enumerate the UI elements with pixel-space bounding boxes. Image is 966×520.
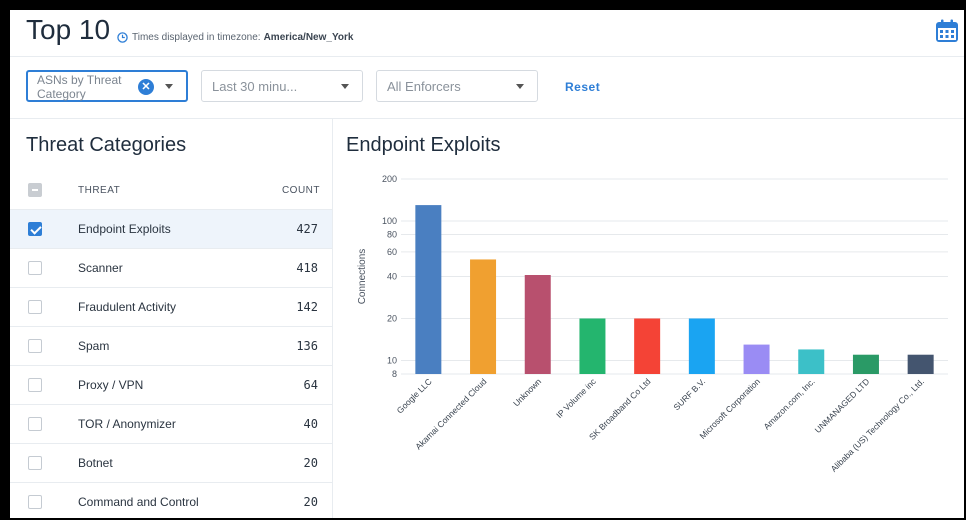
threat-name: Proxy / VPN <box>78 378 144 392</box>
threat-name: Botnet <box>78 456 113 470</box>
select-all-checkbox[interactable] <box>28 183 42 197</box>
row-checkbox[interactable] <box>28 417 42 431</box>
timezone-value: America/New_York <box>263 32 354 43</box>
bar <box>415 205 442 374</box>
x-tick-label: Microsoft Corporation <box>697 376 762 441</box>
table-row[interactable]: Spam 136 <box>10 326 332 365</box>
bar <box>524 275 551 374</box>
table-row[interactable]: Scanner 418 <box>10 248 332 287</box>
table-row[interactable]: Endpoint Exploits 427 <box>10 209 332 248</box>
table-header: THREAT COUNT <box>10 179 332 201</box>
threat-name: Spam <box>78 339 110 353</box>
x-tick-label: SURF B.V. <box>671 376 707 412</box>
time-range-value: Last 30 minu... <box>212 79 298 94</box>
threat-name: Endpoint Exploits <box>78 222 171 236</box>
panel-title: Threat Categories <box>26 134 187 156</box>
y-tick-label: 100 <box>382 216 397 226</box>
bar <box>852 354 879 374</box>
bar <box>798 349 825 374</box>
row-checkbox[interactable] <box>28 261 42 275</box>
x-tick-label: UNMANAGED LTD <box>813 376 872 435</box>
threat-count: 142 <box>296 300 318 314</box>
table-row[interactable]: Proxy / VPN 64 <box>10 365 332 404</box>
y-tick-label: 200 <box>382 174 397 184</box>
bar <box>634 318 661 374</box>
row-checkbox[interactable] <box>28 222 42 236</box>
threat-count: 427 <box>296 222 318 236</box>
bar <box>907 354 934 374</box>
threat-count: 418 <box>296 261 318 275</box>
row-checkbox[interactable] <box>28 339 42 353</box>
enforcers-select[interactable]: All Enforcers <box>376 70 538 102</box>
time-range-select[interactable]: Last 30 minu... <box>201 70 363 102</box>
threat-categories-panel: Threat Categories THREAT COUNT Endpoint … <box>10 118 333 518</box>
calendar-icon[interactable] <box>934 18 960 44</box>
category-select[interactable]: ASNs by Threat Category ✕ <box>26 70 188 102</box>
y-tick-label: 20 <box>387 313 397 323</box>
threat-count: 40 <box>303 417 318 431</box>
y-axis-label: Connections <box>357 249 368 305</box>
chevron-down-icon <box>341 84 349 89</box>
bar-chart: 81020406080100200ConnectionsGoogle LLCAk… <box>357 174 948 474</box>
column-header-count: COUNT <box>281 185 320 196</box>
bar <box>579 318 606 374</box>
chart-title: Endpoint Exploits <box>346 134 501 156</box>
clock-icon <box>117 32 128 43</box>
chevron-down-icon <box>165 84 173 89</box>
x-tick-label: Google LLC <box>395 376 434 415</box>
y-tick-label: 40 <box>387 272 397 282</box>
threat-count: 20 <box>303 456 318 470</box>
bar <box>470 259 497 374</box>
bar <box>743 344 770 374</box>
row-checkbox[interactable] <box>28 300 42 314</box>
column-header-threat: THREAT <box>78 185 121 196</box>
y-tick-label: 8 <box>392 369 397 379</box>
x-tick-label: IP Volume inc <box>554 376 598 420</box>
threat-name: Command and Control <box>78 495 199 509</box>
category-select-value: ASNs by Threat Category <box>37 73 122 101</box>
table-row[interactable]: TOR / Anonymizer 40 <box>10 404 332 443</box>
threat-name: Fraudulent Activity <box>78 300 177 314</box>
chevron-down-icon <box>516 84 524 89</box>
threat-count: 20 <box>303 495 318 509</box>
x-tick-label: Unknown <box>511 376 543 408</box>
page-header: Top 10 Times displayed in timezone: Amer… <box>10 10 964 57</box>
threat-count: 64 <box>303 378 318 392</box>
row-checkbox[interactable] <box>28 495 42 509</box>
y-tick-label: 60 <box>387 247 397 257</box>
y-tick-label: 10 <box>387 355 397 365</box>
table-row[interactable]: Botnet 20 <box>10 443 332 482</box>
table-row[interactable]: Fraudulent Activity 142 <box>10 287 332 326</box>
app-window: Top 10 Times displayed in timezone: Amer… <box>10 10 964 518</box>
timezone-note: Times displayed in timezone: America/New… <box>117 32 353 43</box>
x-tick-label: SK Broadband Co Ltd <box>587 376 653 442</box>
enforcers-value: All Enforcers <box>387 79 461 94</box>
reset-button[interactable]: Reset <box>565 80 600 94</box>
x-tick-label: Amazon.com, Inc. <box>761 376 816 431</box>
row-checkbox[interactable] <box>28 378 42 392</box>
bar <box>688 318 715 374</box>
threat-name: TOR / Anonymizer <box>78 417 176 431</box>
table-row[interactable]: Command and Control 20 <box>10 482 332 518</box>
chart-panel: 8 10 20 40 60 80 100 200 Connections Google LLC Ak… <box>333 118 964 518</box>
clear-icon[interactable]: ✕ <box>138 79 154 95</box>
y-tick-label: 80 <box>387 230 397 240</box>
timezone-label: Times displayed in timezone: <box>132 32 261 43</box>
threat-count: 136 <box>296 339 318 353</box>
x-tick-label: Alibaba (US) Technology Co., Ltd. <box>829 376 927 474</box>
page-title: Top 10 <box>26 14 111 45</box>
row-checkbox[interactable] <box>28 456 42 470</box>
threat-name: Scanner <box>78 261 123 275</box>
